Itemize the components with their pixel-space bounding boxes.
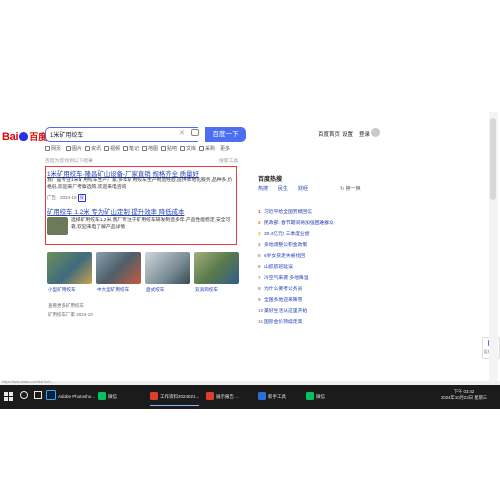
wenku-icon [180, 146, 185, 151]
highlight-box [45, 166, 237, 245]
search-button[interactable]: 百度一下 [205, 127, 246, 142]
document-icon [150, 392, 158, 400]
hot-item[interactable]: 10美好生活从这里开始 [258, 307, 307, 314]
clock-date: 2024年10月23日 星期三 [441, 395, 488, 400]
result-count: 百度为您找到以下结果 [45, 159, 93, 164]
paw-icon [19, 132, 29, 141]
tab-images[interactable]: 图片 [66, 145, 82, 152]
result-image-2[interactable] [96, 252, 141, 284]
tab-video[interactable]: 视频 [104, 145, 120, 152]
taskbar-photoshop[interactable]: Adobe Photosho... [46, 389, 95, 405]
task-view-icon[interactable] [34, 391, 42, 399]
web-icon [45, 146, 50, 151]
wechat-icon [98, 392, 106, 400]
tab-notes[interactable]: 笔记 [123, 145, 139, 152]
tool-icon [258, 392, 266, 400]
refresh-button[interactable]: ↻ 换一换 [340, 185, 361, 192]
refresh-icon: ↻ [340, 186, 345, 192]
result-image-4[interactable] [194, 252, 239, 284]
baidu-logo[interactable]: Bai 百度 [2, 127, 48, 141]
taskbar-tool[interactable]: 新手工具 [258, 389, 286, 405]
photoshop-icon [46, 390, 56, 400]
search-input[interactable]: 1米矿用绞车 [45, 127, 198, 142]
image-icon [66, 146, 71, 151]
hot-item[interactable]: 3 30.4亿元! 三季度业绩 [258, 230, 310, 237]
tab-purchase[interactable]: 采购 [199, 145, 215, 152]
hot-item[interactable]: 11国际金价持续走高 [258, 318, 302, 325]
news-icon [85, 146, 90, 151]
system-clock[interactable]: 下午 03:42 2024年10月23日 星期三 [441, 389, 487, 401]
report-icon [206, 392, 214, 400]
hot-tab-3[interactable]: 财经 [298, 185, 308, 192]
search-tools-button[interactable]: 搜索工具 [219, 157, 238, 164]
result-image-3[interactable] [145, 252, 190, 284]
login-link[interactable]: 登录 [359, 130, 370, 138]
taskbar-wechat[interactable]: 微信 [98, 389, 117, 405]
tab-web[interactable]: 网页 [45, 145, 61, 152]
tab-map[interactable]: 地图 [142, 145, 158, 152]
result-meta-2: 矿用绞车厂家 2024-10 [48, 312, 93, 317]
tieba-icon [161, 146, 166, 151]
scrollbar-thumb[interactable] [490, 118, 496, 200]
tab-news[interactable]: 资讯 [85, 145, 101, 152]
camera-icon[interactable] [191, 129, 199, 136]
search-icon[interactable] [20, 391, 28, 399]
hot-item[interactable]: 4 多地调整公积金政策 [258, 241, 307, 248]
video-icon [104, 146, 109, 151]
hot-tab-1[interactable]: 热搜 [258, 185, 268, 192]
tab-wenku[interactable]: 文库 [180, 145, 196, 152]
hot-item[interactable]: 5 6岁女孩走失被找回 [258, 252, 305, 259]
home-link[interactable]: 百度首页 [318, 130, 340, 138]
browser-page: Bai 百度 1米矿用绞车 ✕ 百度一下 百度首页 设置 登录 网页 图片 资讯 … [0, 0, 500, 385]
result-image-1[interactable] [47, 252, 92, 284]
hot-item[interactable]: 1 习近平给全国劳模回信 [258, 208, 312, 215]
avatar[interactable] [371, 128, 380, 137]
clear-icon[interactable]: ✕ [179, 129, 185, 137]
cart-icon [199, 146, 204, 151]
taskbar-report[interactable]: 展示报告 ... [206, 389, 239, 405]
hot-item[interactable]: 6 山航航班延误 [258, 263, 293, 270]
hot-tab-2[interactable]: 民生 [278, 185, 288, 192]
image-caption-3[interactable]: 盘式绞车 [146, 287, 164, 293]
windows-start-icon[interactable] [4, 392, 14, 402]
more-link[interactable]: 查看更多矿用绞车 [48, 303, 84, 309]
hot-panel-title: 百度热搜 [258, 177, 283, 183]
image-caption-4[interactable]: 双滚筒绞车 [195, 287, 218, 293]
wechat-icon [306, 392, 314, 400]
image-caption-1[interactable]: 小型矿用绞车 [48, 287, 76, 293]
logo-text: Bai [2, 131, 19, 141]
taskbar-wechat-2[interactable]: 微信 [306, 389, 325, 405]
hot-item[interactable]: 8 为什么要考公务员 [258, 285, 302, 292]
hot-item[interactable]: 7 冷空气来袭 多地降温 [258, 274, 309, 281]
search-query-text: 1米矿用绞车 [50, 133, 84, 139]
hot-item[interactable]: 9 全国多地迎来降雪 [258, 296, 302, 303]
settings-link[interactable]: 设置 [342, 130, 353, 138]
notes-icon [123, 146, 128, 151]
map-icon [142, 146, 147, 151]
tab-tieba[interactable]: 贴吧 [161, 145, 177, 152]
tab-more[interactable]: 更多 [220, 145, 230, 152]
hot-item[interactable]: 2 民政部: 春节期间将加强困难群众 [258, 219, 334, 226]
image-caption-2[interactable]: 中大型矿用绞车 [97, 287, 129, 293]
taskbar-folder[interactable]: 工作资料2024021... [150, 389, 200, 406]
